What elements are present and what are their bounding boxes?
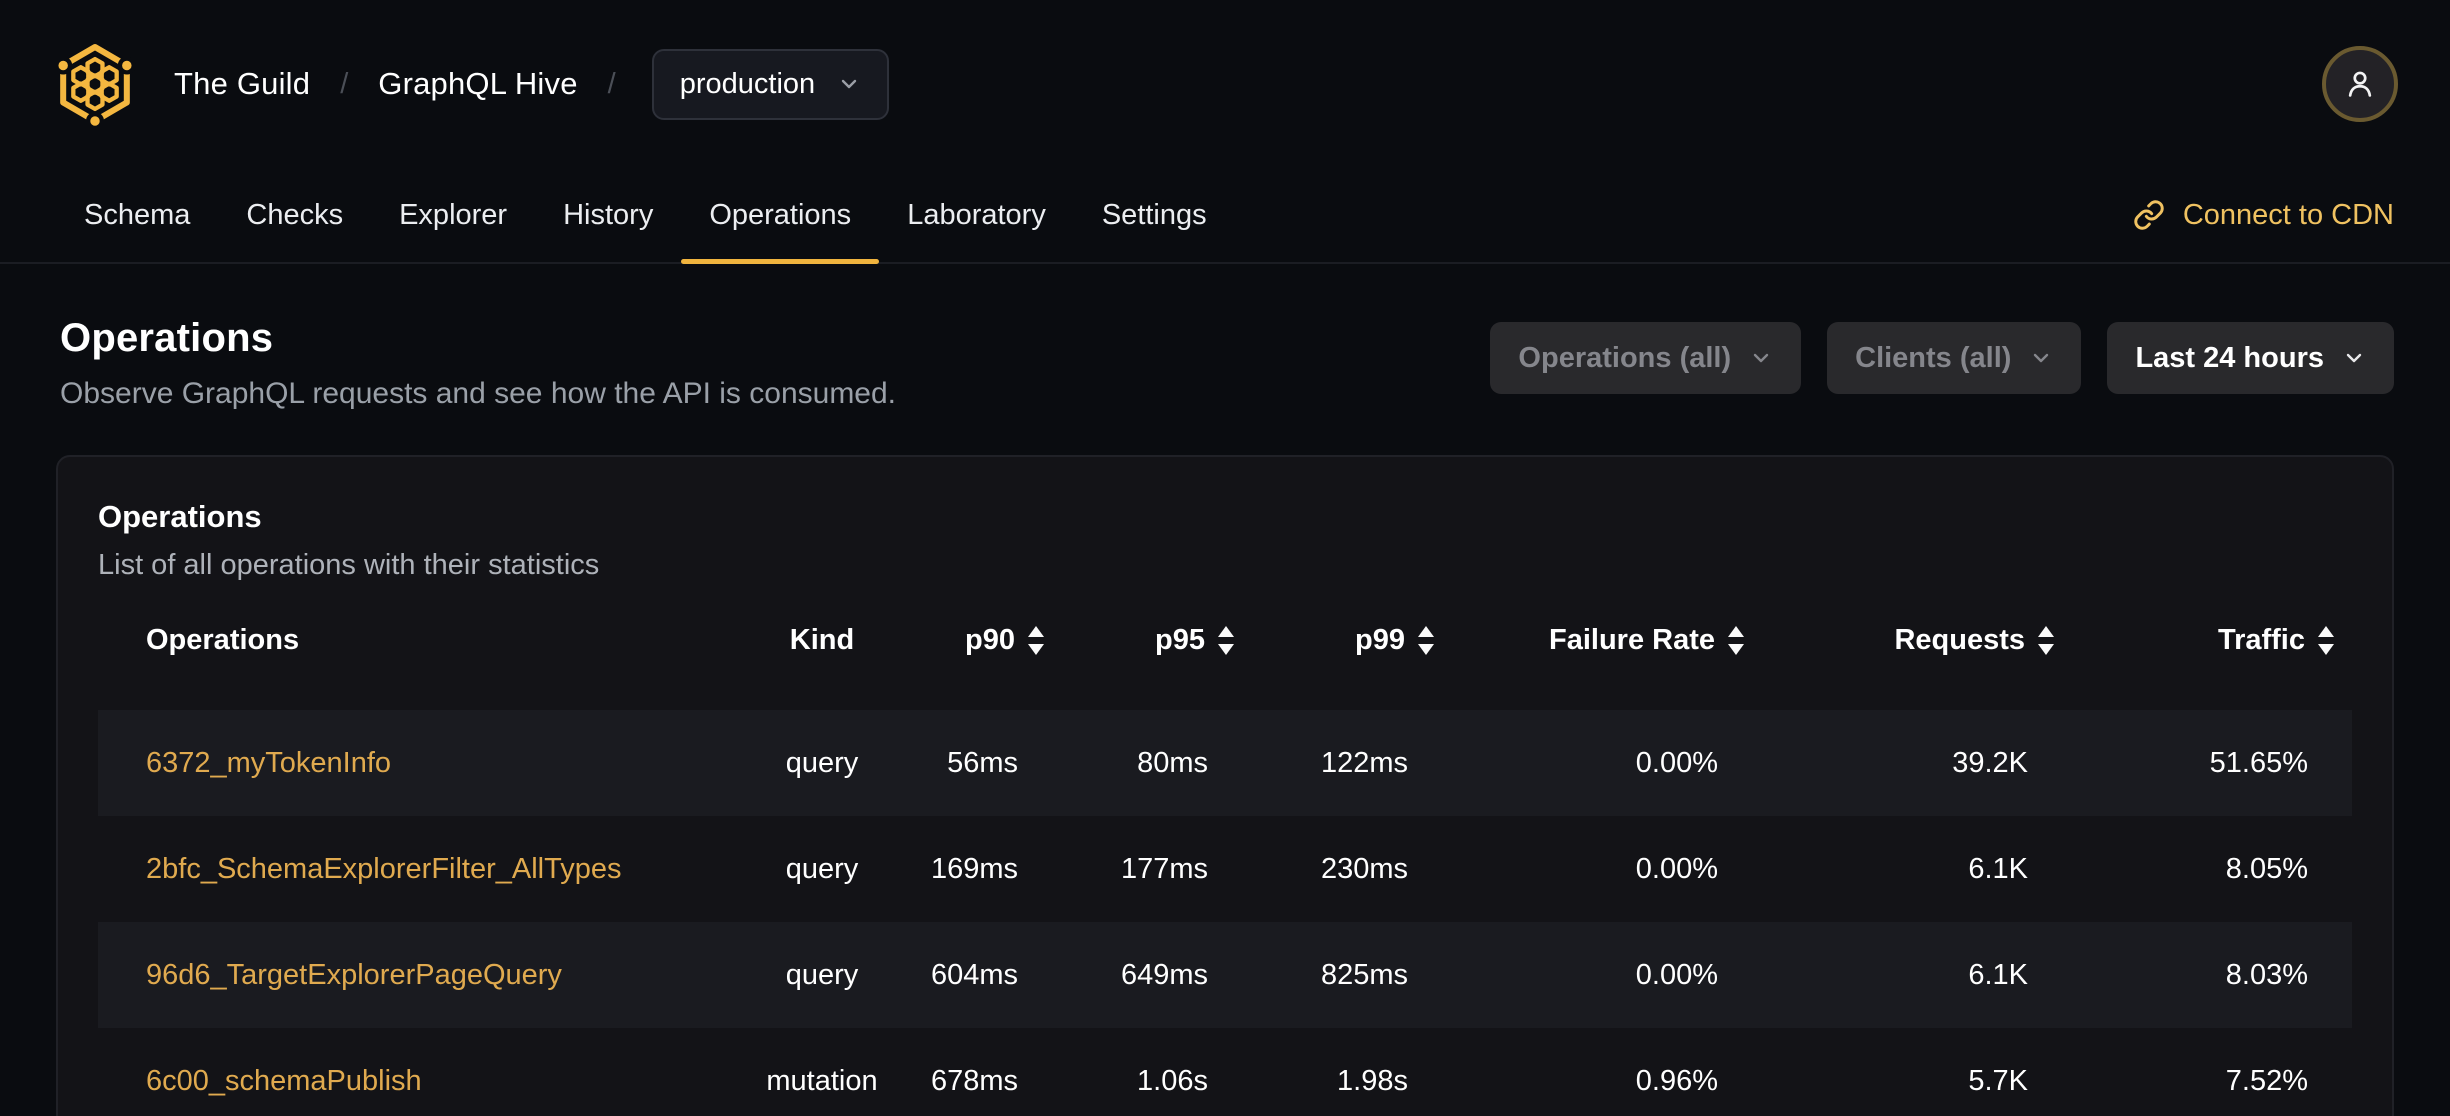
cell-failure-rate: 0.96% <box>1635 1064 1718 1097</box>
cell-p99: 825ms <box>1320 958 1408 991</box>
cell-failure-rate: 0.00% <box>1635 958 1718 991</box>
breadcrumb-separator: / <box>607 67 616 100</box>
cell-requests: 6.1K <box>1968 958 2028 991</box>
column-header-operations: Operations <box>146 623 300 656</box>
cell-p99: 230ms <box>1320 852 1408 885</box>
column-header-traffic[interactable]: Traffic <box>2072 624 2352 657</box>
cell-p90: 678ms <box>930 1064 1018 1097</box>
sort-arrows-icon <box>1728 625 1744 655</box>
operation-link[interactable]: 2bfc_SchemaExplorerFilter_AllTypes <box>146 853 621 885</box>
sort-arrows-icon <box>1218 625 1234 655</box>
period-filter-label: Last 24 hours <box>2135 341 2324 374</box>
chevron-down-icon <box>2346 353 2362 363</box>
breadcrumb-separator: / <box>340 67 349 100</box>
card-subtitle: List of all operations with their statis… <box>98 549 600 581</box>
cell-p99: 1.98s <box>1337 1064 1408 1097</box>
cell-traffic: 51.65% <box>2209 746 2308 779</box>
cell-traffic: 8.05% <box>2225 852 2308 885</box>
sort-arrows-icon <box>1028 625 1044 655</box>
period-filter-dropdown[interactable]: Last 24 hours <box>2107 322 2394 394</box>
cell-p90: 604ms <box>930 958 1018 991</box>
cell-requests: 5.7K <box>1968 1064 2028 1097</box>
cell-traffic: 7.52% <box>2225 1064 2308 1097</box>
operation-link[interactable]: 6c00_schemaPublish <box>146 1065 422 1097</box>
operations-card: Operations List of all operations with t… <box>56 455 2394 1116</box>
table-row[interactable]: 96d6_TargetExplorerPageQuery query 604ms… <box>98 922 2352 1028</box>
tab-operations[interactable]: Operations <box>681 168 880 264</box>
target-selector-value: production <box>679 67 816 100</box>
page-title: Operations <box>60 316 274 360</box>
cell-requests: 39.2K <box>1952 746 2028 779</box>
tab-explorer[interactable]: Explorer <box>371 168 535 262</box>
operations-filter-dropdown[interactable]: Operations (all) <box>1490 322 1802 394</box>
operations-filter-label: Operations (all) <box>1518 341 1732 374</box>
page-header: Operations Observe GraphQL requests and … <box>0 264 2450 411</box>
cell-requests: 6.1K <box>1968 852 2028 885</box>
clients-filter-dropdown[interactable]: Clients (all) <box>1827 322 2082 394</box>
cell-p95: 649ms <box>1120 958 1208 991</box>
cell-p95: 80ms <box>1137 746 1208 779</box>
tab-laboratory[interactable]: Laboratory <box>879 168 1074 262</box>
page-header-text: Operations Observe GraphQL requests and … <box>60 316 896 411</box>
hive-logo-icon[interactable] <box>52 41 138 127</box>
cell-failure-rate: 0.00% <box>1635 852 1718 885</box>
connect-to-cdn-label: Connect to CDN <box>2182 198 2394 231</box>
clients-filter-label: Clients (all) <box>1855 341 2012 374</box>
column-header-p95[interactable]: p95 <box>1062 624 1252 657</box>
operation-link[interactable]: 96d6_TargetExplorerPageQuery <box>146 959 562 991</box>
cell-p95: 1.06s <box>1137 1064 1208 1097</box>
page-subtitle: Observe GraphQL requests and see how the… <box>60 377 897 410</box>
tab-settings[interactable]: Settings <box>1074 168 1235 262</box>
cell-kind: mutation <box>766 1064 878 1097</box>
cell-kind: query <box>785 746 859 779</box>
table-row[interactable]: 6372_myTokenInfo query 56ms 80ms 122ms 0… <box>98 710 2352 816</box>
tab-schema[interactable]: Schema <box>56 168 218 262</box>
cell-p99: 122ms <box>1320 746 1408 779</box>
card-title: Operations <box>98 499 262 534</box>
user-icon <box>2348 71 2372 97</box>
sort-arrows-icon <box>1418 625 1434 655</box>
column-header-requests[interactable]: Requests <box>1762 624 2072 657</box>
user-avatar-button[interactable] <box>2322 46 2398 122</box>
table-row[interactable]: 2bfc_SchemaExplorerFilter_AllTypes query… <box>98 816 2352 922</box>
breadcrumb-org[interactable]: The Guild <box>174 66 310 102</box>
operations-table: Operations Kind p90 p95 p99 Failure Rate… <box>98 598 2352 1116</box>
table-row[interactable]: 6c00_schemaPublish mutation 678ms 1.06s … <box>98 1028 2352 1116</box>
cell-kind: query <box>785 958 859 991</box>
connect-to-cdn-link[interactable]: Connect to CDN <box>2133 168 2394 262</box>
breadcrumb-project[interactable]: GraphQL Hive <box>378 66 577 102</box>
cell-failure-rate: 0.00% <box>1635 746 1718 779</box>
tab-history[interactable]: History <box>535 168 681 262</box>
chevron-down-icon <box>841 79 857 89</box>
column-header-kind: Kind <box>789 623 855 656</box>
operation-link[interactable]: 6372_myTokenInfo <box>146 747 391 779</box>
tab-checks[interactable]: Checks <box>218 168 371 262</box>
chevron-down-icon <box>1753 353 1769 363</box>
top-bar: The Guild / GraphQL Hive / production <box>0 0 2450 168</box>
main-nav: Schema Checks Explorer History Operation… <box>0 168 2450 264</box>
cell-p95: 177ms <box>1120 852 1208 885</box>
cell-p90: 169ms <box>930 852 1018 885</box>
cell-kind: query <box>785 852 859 885</box>
filters: Operations (all) Clients (all) Last 24 h… <box>1490 322 2394 394</box>
table-header-row: Operations Kind p90 p95 p99 Failure Rate… <box>98 598 2352 682</box>
breadcrumb: The Guild / GraphQL Hive / production <box>174 48 890 120</box>
column-header-failure-rate[interactable]: Failure Rate <box>1452 624 1762 657</box>
nav-tabs: Schema Checks Explorer History Operation… <box>56 168 1235 264</box>
sort-arrows-icon <box>2038 625 2054 655</box>
cell-p90: 56ms <box>947 746 1018 779</box>
cell-traffic: 8.03% <box>2225 958 2308 991</box>
chevron-down-icon <box>2034 353 2049 363</box>
column-header-p90[interactable]: p90 <box>902 624 1062 657</box>
column-header-p99[interactable]: p99 <box>1252 624 1452 657</box>
target-selector-dropdown[interactable]: production <box>651 48 890 120</box>
link-icon <box>2134 200 2164 230</box>
sort-arrows-icon <box>2318 625 2334 655</box>
